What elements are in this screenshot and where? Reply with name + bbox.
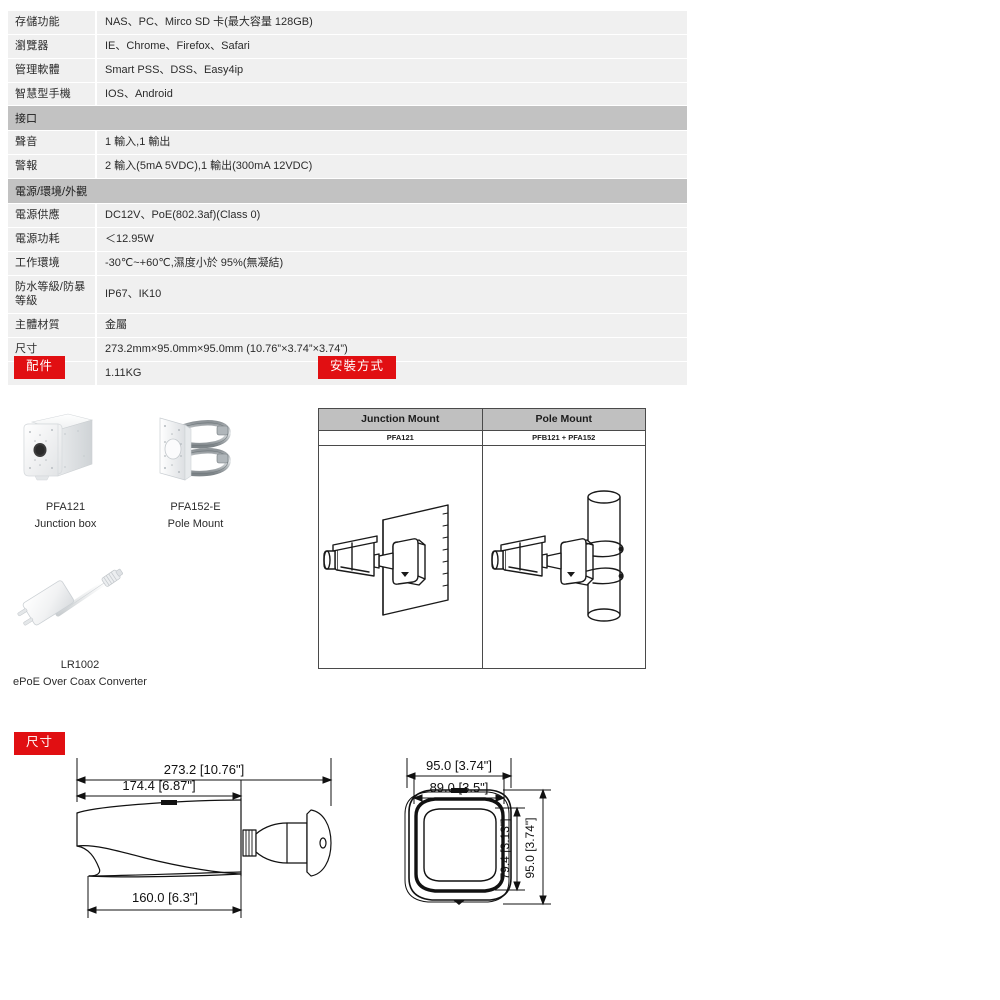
spec-row-value: IP67、IK10 [97,275,687,314]
junction-box-icon [8,404,123,494]
pole-mount-figure-cell [481,445,646,669]
mounting-badge-label: 安裝方式 [318,356,397,379]
accessories-badge-label: 配件 [14,356,66,379]
spec-row-value: 1 輸入,1 輸出 [97,131,687,155]
dim-outer-width: 95.0 [3.74"] [426,758,492,773]
spec-row: 電源功耗 ＜12.95W [8,227,687,251]
specification-table: 存儲功能 NAS、PC、Mirco SD 卡(最大容量 128GB) 瀏覽器 IE、C… [8,10,687,386]
spec-section-label: 接口 [8,106,687,131]
spec-section-row: 接口 [8,106,687,131]
spec-row-value: 金屬 [97,314,687,338]
spec-row-label: 智慧型手機 [8,82,97,106]
mounting-section: 安裝方式 Junction Mount Pole Mount PFA121 PF… [310,352,670,692]
accessory-name: Junction box [34,517,97,530]
accessory-name: ePoE Over Coax Converter [13,675,147,688]
spec-row: 存儲功能 NAS、PC、Mirco SD 卡(最大容量 128GB) [8,11,687,34]
dim-inner-height: 79.4 [3.13"] [498,819,512,880]
spec-row-label: 主體材質 [8,314,97,338]
mounting-table-figure-row [318,445,646,669]
dim-lower-length: 160.0 [6.3"] [132,890,198,905]
accessory-model: PFA152-E [170,501,221,513]
spec-row: 防水等級/防暴等級 IP67、IK10 [8,275,687,314]
mounting-column-header: Pole Mount [481,408,646,431]
specification-table-body: 存儲功能 NAS、PC、Mirco SD 卡(最大容量 128GB) 瀏覽器 IE、C… [8,11,687,385]
dim-total-length: 273.2 [10.76"] [164,762,245,777]
spec-row-label: 存儲功能 [8,11,97,34]
mounting-table: Junction Mount Pole Mount PFA121 PFB121 … [318,408,646,669]
spec-row-label: 瀏覽器 [8,34,97,58]
accessory-item: LR1002 ePoE Over Coax Converter [0,552,160,691]
spec-row-label: 聲音 [8,131,97,155]
camera-on-pole-icon [490,490,624,622]
spec-row-label: 管理軟體 [8,58,97,82]
mounting-table-sub-row: PFA121 PFB121 + PFA152 [318,430,646,446]
spec-row: 智慧型手機 IOS、Android [8,82,687,106]
spec-row-label: 工作環境 [8,251,97,275]
spec-row: 管理軟體 Smart PSS、DSS、Easy4ip [8,58,687,82]
accessory-item: PFA121 Junction box [8,404,123,533]
spec-section-label: 電源/環境/外觀 [8,179,687,204]
spec-row: 電源供應 DC12V、PoE(802.3af)(Class 0) [8,204,687,227]
front-view-drawing: 95.0 [3.74"] 89.0 [3.5"] 79.4 [3.13"] 95… [385,754,585,944]
spec-row: 主體材質 金屬 [8,314,687,338]
mounting-column-model: PFB121 + PFA152 [481,430,646,446]
spec-row-value: IE、Chrome、Firefox、Safari [97,34,687,58]
spec-row-label: 電源供應 [8,204,97,227]
mounting-badge: 安裝方式 [318,356,397,379]
spec-row-value: DC12V、PoE(802.3af)(Class 0) [97,204,687,227]
dim-inner-width: 89.0 [3.5"] [430,780,489,795]
accessories-section: 配件 PFA121 Junction box PFA152-E Pole Mou… [0,352,310,692]
spec-row-value: 2 輸入(5mA 5VDC),1 輸出(300mA 12VDC) [97,155,687,179]
pole-mount-bracket-icon [138,404,253,494]
spec-row: 瀏覽器 IE、Chrome、Firefox、Safari [8,34,687,58]
spec-row-value: ＜12.95W [97,227,687,251]
spec-row-value: Smart PSS、DSS、Easy4ip [97,58,687,82]
dim-body-length: 174.4 [6.87"] [122,778,195,793]
spec-row-value: NAS、PC、Mirco SD 卡(最大容量 128GB) [97,11,687,34]
spec-row-label: 警報 [8,155,97,179]
spec-section-row: 電源/環境/外觀 [8,179,687,204]
spec-row-value: -30℃~+60℃,濕度小於 95%(無凝結) [97,251,687,275]
spec-row-label: 防水等級/防暴等級 [8,275,97,314]
camera-on-wall-plate-icon [323,504,449,616]
spec-row-value: IOS、Android [97,82,687,106]
accessory-model: LR1002 [60,659,100,671]
spec-row: 聲音 1 輸入,1 輸出 [8,131,687,155]
epoe-converter-icon [0,552,160,652]
spec-row: 工作環境 -30℃~+60℃,濕度小於 95%(無凝結) [8,251,687,275]
mounting-table-header-row: Junction Mount Pole Mount [318,408,646,431]
mounting-column-header: Junction Mount [318,408,483,431]
accessory-name: Pole Mount [167,517,224,530]
junction-mount-figure-cell [318,445,483,669]
spec-row-label: 電源功耗 [8,227,97,251]
accessory-item: PFA152-E Pole Mount [138,404,253,533]
mounting-column-model: PFA121 [318,430,483,446]
side-view-drawing: 273.2 [10.76"] 174.4 [6.87"] 160.0 [6.3"… [55,750,365,945]
dim-outer-height: 95.0 [3.74"] [523,818,537,879]
accessory-model: PFA121 [45,501,86,513]
spec-row: 警報 2 輸入(5mA 5VDC),1 輸出(300mA 12VDC) [8,155,687,179]
accessories-badge: 配件 [14,356,66,379]
dimensions-section: 尺寸 273.2 [10.76"] 174.4 [6.87"] 160.0 [6… [0,728,1000,958]
